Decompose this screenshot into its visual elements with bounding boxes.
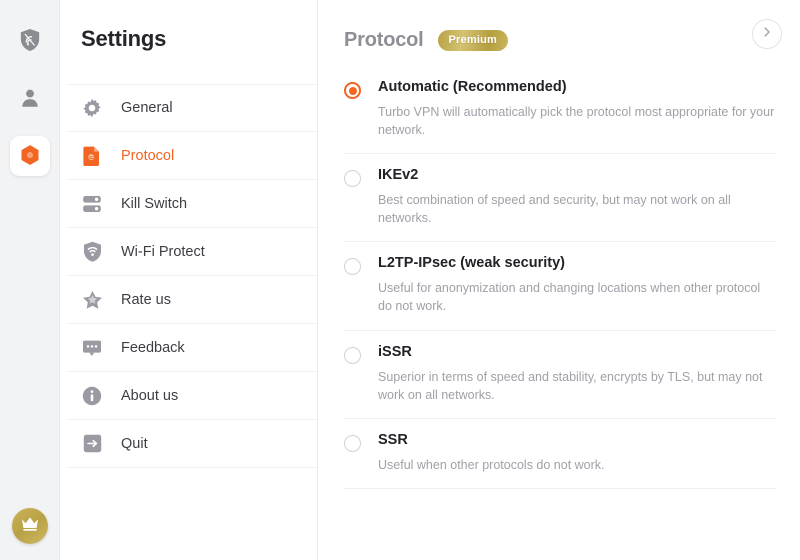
protocol-option-automatic[interactable]: Automatic (Recommended) Turbo VPN will a… <box>344 79 776 155</box>
settings-sidebar: Settings General Protocol Kill Switch Wi… <box>60 0 318 560</box>
sidebar-item-label: Quit <box>121 435 148 452</box>
protocol-option-issr[interactable]: iSSR Superior in terms of speed and stab… <box>344 343 776 419</box>
account-icon <box>19 87 41 109</box>
hexagon-settings-icon <box>19 145 41 167</box>
sidebar-item-wifi-protect[interactable]: Wi-Fi Protect <box>67 228 317 276</box>
settings-nav-list: General Protocol Kill Switch Wi-Fi Prote… <box>60 84 317 468</box>
radio-button[interactable] <box>344 258 361 276</box>
rail-item-account[interactable] <box>10 78 50 118</box>
next-button[interactable] <box>752 19 782 49</box>
option-title: IKEv2 <box>378 167 419 184</box>
protocol-option-ikev2[interactable]: IKEv2 Best combination of speed and secu… <box>344 167 776 243</box>
radio-button[interactable] <box>344 434 361 452</box>
sidebar-item-feedback[interactable]: Feedback <box>67 324 317 372</box>
sidebar-item-label: Wi-Fi Protect <box>121 243 205 260</box>
protocol-panel: Protocol Premium Automatic (Recommended)… <box>318 0 800 560</box>
option-body: IKEv2 Best combination of speed and secu… <box>378 167 776 227</box>
option-body: L2TP-IPsec (weak security) Useful for an… <box>378 255 776 315</box>
option-title: L2TP-IPsec (weak security) <box>378 255 565 272</box>
sidebar-item-about-us[interactable]: About us <box>67 372 317 420</box>
settings-window: Settings General Protocol Kill Switch Wi… <box>0 0 800 560</box>
shield-wifi-icon <box>81 241 103 263</box>
crown-button[interactable] <box>11 508 48 544</box>
settings-title: Settings <box>81 26 167 51</box>
rail-item-vpn-shield[interactable] <box>10 20 50 60</box>
option-body: Automatic (Recommended) Turbo VPN will a… <box>378 79 776 139</box>
protocol-option-ssr[interactable]: SSR Useful when other protocols do not w… <box>344 431 776 489</box>
premium-upgrade-button[interactable] <box>11 508 48 544</box>
panel-header: Protocol Premium <box>344 18 782 58</box>
info-icon <box>81 385 103 407</box>
sidebar-item-label: Kill Switch <box>121 195 188 212</box>
sidebar-item-kill-switch[interactable]: Kill Switch <box>67 180 317 228</box>
server-icon <box>81 193 103 215</box>
chat-bubble-icon <box>81 337 103 359</box>
option-body: SSR Useful when other protocols do not w… <box>378 431 605 474</box>
option-description: Useful for anonymization and changing lo… <box>378 281 761 314</box>
option-description: Best combination of speed and security, … <box>378 193 731 226</box>
protocol-options-list: Automatic (Recommended) Turbo VPN will a… <box>344 79 782 489</box>
option-description: Turbo VPN will automatically pick the pr… <box>378 104 775 138</box>
sidebar-item-general[interactable]: General <box>67 84 317 132</box>
chevron-right-icon <box>761 25 773 43</box>
sidebar-item-label: Protocol <box>121 147 175 164</box>
shield-vpn-icon <box>19 29 41 51</box>
option-title: SSR <box>378 431 408 448</box>
sidebar-item-quit[interactable]: Quit <box>67 420 317 468</box>
sidebar-item-protocol[interactable]: Protocol <box>67 132 317 180</box>
premium-badge: Premium <box>437 29 508 51</box>
radio-button[interactable] <box>344 346 361 364</box>
icon-rail <box>0 0 60 560</box>
radio-button[interactable] <box>344 170 361 188</box>
radio-button[interactable] <box>344 82 361 99</box>
option-description: Superior in terms of speed and stability… <box>378 369 763 402</box>
option-body: iSSR Superior in terms of speed and stab… <box>378 343 776 404</box>
document-icon <box>81 145 103 167</box>
protocol-option-l2tp-ipsec[interactable]: L2TP-IPsec (weak security) Useful for an… <box>344 255 776 331</box>
sidebar-item-label: Feedback <box>121 339 185 356</box>
rail-item-settings[interactable] <box>9 136 50 176</box>
sidebar-item-label: About us <box>121 387 179 404</box>
gear-icon <box>81 97 103 119</box>
sidebar-item-label: Rate us <box>121 291 171 308</box>
crown-icon <box>20 515 40 537</box>
option-description: Useful when other protocols do not work. <box>378 457 605 472</box>
option-title: Automatic (Recommended) <box>378 79 567 95</box>
star-icon <box>81 289 103 311</box>
sidebar-item-rate-us[interactable]: Rate us <box>67 276 317 324</box>
option-title: iSSR <box>378 343 412 360</box>
page-title: Protocol <box>344 28 424 51</box>
exit-arrow-icon <box>81 433 103 455</box>
sidebar-item-label: General <box>121 100 173 116</box>
